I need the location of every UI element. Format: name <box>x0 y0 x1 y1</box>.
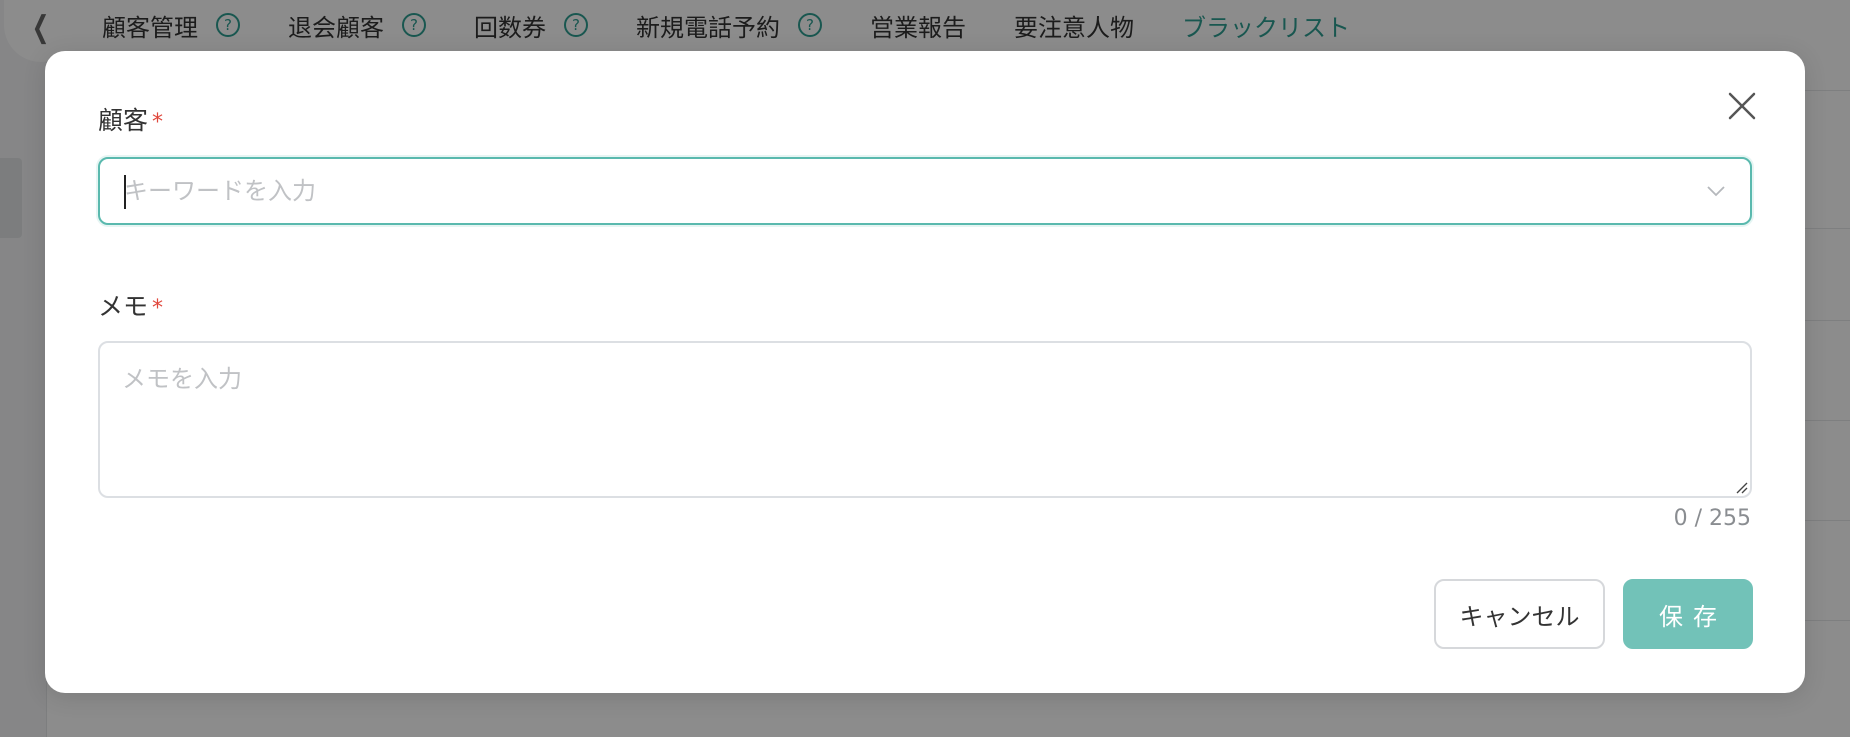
customer-select[interactable] <box>98 157 1752 225</box>
resize-handle-icon[interactable] <box>1732 478 1748 494</box>
customer-search-input[interactable] <box>124 171 1624 211</box>
memo-textarea[interactable] <box>122 359 1722 479</box>
close-icon <box>1728 92 1756 120</box>
chevron-down-icon[interactable] <box>1704 179 1728 203</box>
memo-label-text: メモ <box>98 292 149 321</box>
save-button[interactable]: 保存 <box>1623 579 1753 649</box>
text-cursor <box>124 175 126 209</box>
customer-field-label: 顧客 * <box>98 101 163 137</box>
customer-label-text: 顧客 <box>98 106 149 135</box>
memo-field[interactable] <box>98 341 1752 498</box>
required-mark: * <box>152 296 164 321</box>
close-button[interactable] <box>1725 89 1759 123</box>
character-counter: 0 / 255 <box>1673 506 1751 531</box>
memo-field-label: メモ * <box>98 287 163 323</box>
cancel-button[interactable]: キャンセル <box>1434 579 1605 649</box>
required-mark: * <box>152 110 164 135</box>
add-blacklist-dialog: 顧客* メモ* 0 / 255 キャンセル 保存 <box>45 51 1805 693</box>
